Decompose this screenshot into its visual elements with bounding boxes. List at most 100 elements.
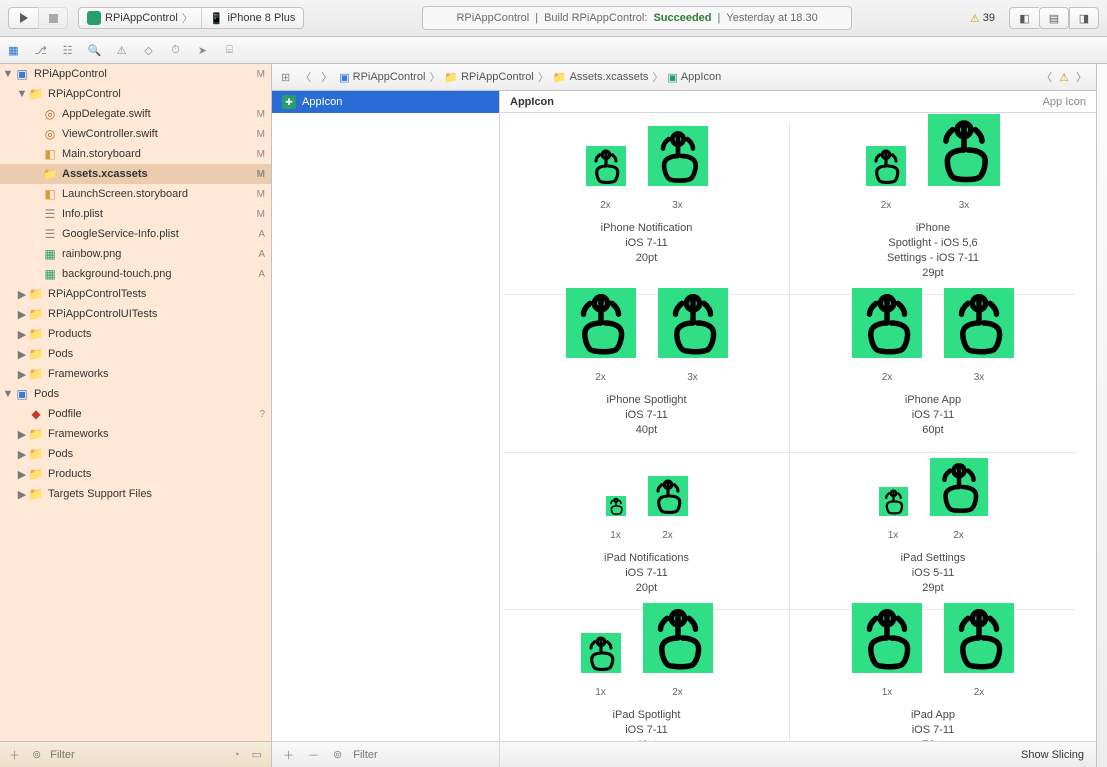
file-row-n12[interactable]: ▶📁RPiAppControlUITests [0,304,271,324]
file-row-n7[interactable]: ☰Info.plistM [0,204,271,224]
breadcrumb-catalog[interactable]: 📁Assets.xcassets [553,71,649,84]
project-navigator-tab[interactable]: ▦ [0,37,27,63]
file-row-n0[interactable]: ▼▣RPiAppControlM [0,64,271,84]
icon-well[interactable]: 3x [944,288,1014,383]
icon-well[interactable]: 1x [852,603,922,698]
warning-icon: ⚠︎ [1059,71,1069,84]
warnings-badge[interactable]: ⚠︎ 39 [970,12,995,25]
disclosure-icon[interactable]: ▼ [2,68,14,80]
asset-title: AppIcon [510,96,554,108]
run-button[interactable] [8,7,38,29]
toolbar: RPiAppControl〉 📱iPhone 8 Plus RPiAppCont… [0,0,1107,37]
group-caption: iPad SettingsiOS 5-1129pt [901,551,966,596]
scm-filter-button[interactable]: ▭ [249,748,265,761]
scheme-selector[interactable]: RPiAppControl〉 📱iPhone 8 Plus [78,7,304,29]
navigator-tabs: ▦ ⎇ ☷ 🔍 ⚠︎ ◇ ⏱ ➤ ⌸ [0,37,1107,64]
prev-issue-button[interactable]: 〈 [1038,69,1055,85]
disclosure-icon[interactable]: ▶ [16,448,28,461]
disclosure-icon[interactable]: ▼ [16,88,28,100]
file-row-n2[interactable]: ◎AppDelegate.swiftM [0,104,271,124]
disclosure-icon[interactable]: ▶ [16,328,28,341]
icon-well[interactable]: 2x [866,146,906,211]
icon-well[interactable]: 2x [643,603,713,698]
disclosure-icon[interactable]: ▶ [16,308,28,321]
next-issue-button[interactable]: 〉 [1073,69,1090,85]
source-control-navigator-tab[interactable]: ⎇ [27,37,54,63]
issue-navigator-tab[interactable]: ⚠︎ [108,37,135,63]
inspector-collapsed[interactable] [1096,64,1107,767]
file-row-n19[interactable]: ▶📁Pods [0,444,271,464]
disclosure-icon[interactable]: ▶ [16,468,28,481]
file-row-n14[interactable]: ▶📁Pods [0,344,271,364]
navigator-filter-input[interactable] [50,749,224,761]
file-row-n18[interactable]: ▶📁Frameworks [0,424,271,444]
debug-navigator-tab[interactable]: ⏱ [162,37,189,63]
scale-label: 1x [888,530,899,541]
file-row-n9[interactable]: ▦rainbow.pngA [0,244,271,264]
disclosure-icon[interactable]: ▶ [16,428,28,441]
back-button[interactable]: 〈 [297,69,314,85]
icon-well[interactable]: 1x [879,487,908,541]
related-items-button[interactable]: ⊞ [278,71,293,84]
scale-label: 2x [595,372,606,383]
forward-button[interactable]: 〉 [318,69,335,85]
file-row-n8[interactable]: ☰GoogleService-Info.plistA [0,224,271,244]
icon-well[interactable]: 1x [606,496,626,541]
report-navigator-tab[interactable]: ⌸ [216,37,243,63]
test-navigator-tab[interactable]: ◇ [135,37,162,63]
toggle-right-panel-button[interactable]: ◨ [1069,7,1099,29]
symbol-navigator-tab[interactable]: ☷ [54,37,81,63]
toggle-left-panel-button[interactable]: ◧ [1009,7,1039,29]
breadcrumb-project[interactable]: ▣RPiAppControl [339,71,425,84]
file-tree[interactable]: ▼▣RPiAppControlM▼📁RPiAppControl◎AppDeleg… [0,64,271,741]
icon-well[interactable]: 3x [928,114,1000,211]
asset-item-appicon[interactable]: ✚ AppIcon [272,91,499,113]
find-navigator-tab[interactable]: 🔍 [81,37,108,63]
file-row-n1[interactable]: ▼📁RPiAppControl [0,84,271,104]
breadcrumb-group[interactable]: 📁RPiAppControl [444,71,533,84]
remove-asset-button[interactable]: － [305,747,322,763]
icon-well[interactable]: 3x [648,126,708,211]
disclosure-icon[interactable]: ▼ [2,388,14,400]
file-row-n21[interactable]: ▶📁Targets Support Files [0,484,271,504]
icon-well[interactable]: 2x [852,288,922,383]
icon-well[interactable]: 2x [648,476,688,541]
scale-label: 2x [600,200,611,211]
file-row-n5[interactable]: 📁Assets.xcassetsM [0,164,271,184]
breadcrumb-asset[interactable]: ▣AppIcon [667,71,721,84]
disclosure-icon[interactable]: ▶ [16,288,28,301]
recent-filter-button[interactable]: ◔ [230,749,243,761]
asset-footer: Show Slicing [500,741,1096,767]
stop-button[interactable] [38,7,68,29]
scale-label: 2x [881,200,892,211]
file-row-n11[interactable]: ▶📁RPiAppControlTests [0,284,271,304]
disclosure-icon[interactable]: ▶ [16,488,28,501]
icon-well[interactable]: 2x [586,146,626,211]
file-row-n20[interactable]: ▶📁Products [0,464,271,484]
toggle-bottom-panel-button[interactable]: ▤ [1039,7,1069,29]
add-asset-button[interactable]: ＋ [280,747,297,763]
file-label: RPiAppControlUITests [48,308,261,320]
breakpoint-navigator-tab[interactable]: ➤ [189,37,216,63]
file-row-n10[interactable]: ▦background-touch.pngA [0,264,271,284]
icon-well[interactable]: 2x [566,288,636,383]
icon-well[interactable]: 2x [944,603,1014,698]
icon-well[interactable]: 3x [658,288,728,383]
disclosure-icon[interactable]: ▶ [16,368,28,381]
file-row-n16[interactable]: ▼▣Pods [0,384,271,404]
disclosure-icon[interactable]: ▶ [16,348,28,361]
scm-status: M [253,109,265,120]
show-slicing-button[interactable]: Show Slicing [1021,749,1084,761]
file-row-n13[interactable]: ▶📁Products [0,324,271,344]
icon-well[interactable]: 1x [581,633,621,698]
file-row-n6[interactable]: ◧LaunchScreen.storyboardM [0,184,271,204]
file-row-n4[interactable]: ◧Main.storyboardM [0,144,271,164]
file-row-n3[interactable]: ◎ViewController.swiftM [0,124,271,144]
icon-well[interactable]: 2x [930,458,988,541]
file-row-n15[interactable]: ▶📁Frameworks [0,364,271,384]
asset-filter-input[interactable] [353,749,495,761]
add-file-button[interactable]: ＋ [6,747,23,763]
icon-group-6: 1x2xiPad SpotlightiOS 7-1140pt [504,610,790,741]
app-icon-image [566,288,636,358]
file-row-n17[interactable]: ◆Podfile? [0,404,271,424]
